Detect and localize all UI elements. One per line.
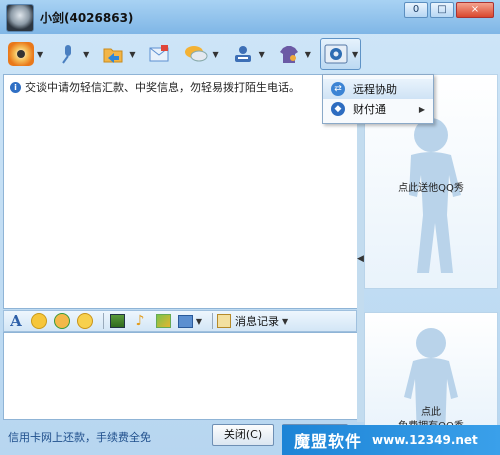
screenshot-button[interactable] xyxy=(108,313,126,329)
panel-splitter[interactable] xyxy=(357,74,364,422)
gear-icon xyxy=(323,42,349,66)
font-button[interactable]: A xyxy=(7,312,25,330)
message-history-button[interactable]: 消息记录 ▼ xyxy=(217,313,288,329)
apps-button[interactable]: ▼ xyxy=(319,38,362,70)
window-controls: 0 □ × xyxy=(404,2,494,18)
music-button[interactable]: ♪ xyxy=(131,313,149,329)
tenpay-icon: ◆ xyxy=(331,102,345,116)
scene-button[interactable] xyxy=(154,313,172,329)
menu-item-label: 远程协助 xyxy=(353,83,397,96)
chevron-down-icon[interactable]: ▼ xyxy=(212,50,218,59)
speech-bubble-icon xyxy=(183,42,209,66)
close-button[interactable]: 关闭(C) xyxy=(212,424,274,446)
chevron-down-icon[interactable]: ▼ xyxy=(259,50,265,59)
shake-face-icon xyxy=(77,313,93,329)
chevron-down-icon[interactable]: ▼ xyxy=(83,50,89,59)
music-icon: ♪ xyxy=(135,313,145,329)
chevron-left-icon[interactable]: ◀ xyxy=(357,254,364,264)
chevron-down-icon[interactable]: ▼ xyxy=(352,50,358,59)
message-history-label: 消息记录 xyxy=(235,315,279,328)
ad-link[interactable]: 信用卡网上还款，手续费全免 xyxy=(8,429,151,445)
video-button[interactable]: ▼ xyxy=(6,39,45,69)
message-input[interactable] xyxy=(3,332,359,420)
more-tools-button[interactable]: ▼ xyxy=(177,313,203,329)
chat-room-button[interactable]: ▼ xyxy=(181,39,220,69)
emoticon-button[interactable] xyxy=(30,313,48,329)
shirt-icon xyxy=(276,42,302,66)
menu-item-label: 财付通 xyxy=(353,103,386,116)
scene-icon xyxy=(155,314,171,328)
my-show-panel[interactable]: 点此 免费拥有QQ秀 xyxy=(364,312,498,434)
my-show-label-1[interactable]: 点此 xyxy=(365,403,497,418)
chevron-down-icon[interactable]: ▼ xyxy=(37,50,43,59)
maximize-button[interactable]: □ xyxy=(430,2,454,18)
minimize-button[interactable]: 0 xyxy=(404,2,428,18)
chat-history[interactable]: i 交谈中请勿轻信汇款、中奖信息，勿轻易拨打陌生电话。 xyxy=(3,74,359,309)
chevron-down-icon[interactable]: ▼ xyxy=(129,50,135,59)
info-icon: i xyxy=(10,81,21,93)
watermark: 魔盟软件 www.12349.net xyxy=(282,425,500,455)
avatar[interactable] xyxy=(6,4,34,32)
magic-face-icon xyxy=(54,313,70,329)
watermark-url: www.12349.net xyxy=(372,433,478,447)
profile-button[interactable]: ▼ xyxy=(228,39,267,69)
input-toolbar: A ♪ ▼ 消息记录 ▼ xyxy=(3,310,357,332)
shake-button[interactable] xyxy=(76,313,94,329)
window-title: 小剑(4026863) xyxy=(40,11,134,25)
apps-dropdown-menu: ⇄ 远程协助 ◆ 财付通 ▶ xyxy=(322,74,434,124)
chevron-down-icon[interactable]: ▼ xyxy=(305,50,311,59)
security-notice: i 交谈中请勿轻信汇款、中奖信息，勿轻易拨打陌生电话。 xyxy=(10,79,300,95)
history-icon xyxy=(217,314,231,328)
image-icon xyxy=(109,314,125,328)
magic-emoticon-button[interactable] xyxy=(53,313,71,329)
menu-item-remote-assist[interactable]: ⇄ 远程协助 xyxy=(323,79,433,99)
envelope-icon xyxy=(146,42,172,66)
id-card-icon xyxy=(230,42,256,66)
font-icon: A xyxy=(10,312,22,330)
file-transfer-button[interactable]: ▼ xyxy=(98,39,137,69)
toolbar-divider xyxy=(103,313,104,329)
contact-show-label[interactable]: 点此送他QQ秀 xyxy=(365,179,497,194)
remote-assist-icon: ⇄ xyxy=(331,82,345,96)
watermark-brand: 魔盟软件 xyxy=(294,432,363,451)
title-bar[interactable]: 小剑(4026863) 0 □ × xyxy=(0,0,500,34)
chevron-down-icon[interactable]: ▼ xyxy=(282,317,288,326)
menu-item-tenpay[interactable]: ◆ 财付通 ▶ xyxy=(323,99,433,119)
close-window-button[interactable]: × xyxy=(456,2,494,18)
security-notice-text: 交谈中请勿轻信汇款、中奖信息，勿轻易拨打陌生电话。 xyxy=(25,81,300,94)
window-icon xyxy=(177,314,193,328)
folder-icon xyxy=(100,42,126,66)
toolbar-divider xyxy=(212,313,213,329)
sms-button[interactable] xyxy=(144,39,174,69)
smiley-icon xyxy=(31,313,47,329)
webcam-icon xyxy=(8,42,34,66)
chevron-right-icon: ▶ xyxy=(418,104,425,114)
chevron-down-icon[interactable]: ▼ xyxy=(196,317,202,326)
main-toolbar: ▼ ▼ ▼ ▼ ▼ ▼ ▼ xyxy=(0,36,500,72)
show-button[interactable]: ▼ xyxy=(274,39,313,69)
microphone-icon xyxy=(54,42,80,66)
chat-window: 小剑(4026863) 0 □ × ▼ ▼ ▼ ▼ ▼ ▼ ▼ i 交谈中请勿轻… xyxy=(0,0,500,455)
voice-button[interactable]: ▼ xyxy=(52,39,91,69)
